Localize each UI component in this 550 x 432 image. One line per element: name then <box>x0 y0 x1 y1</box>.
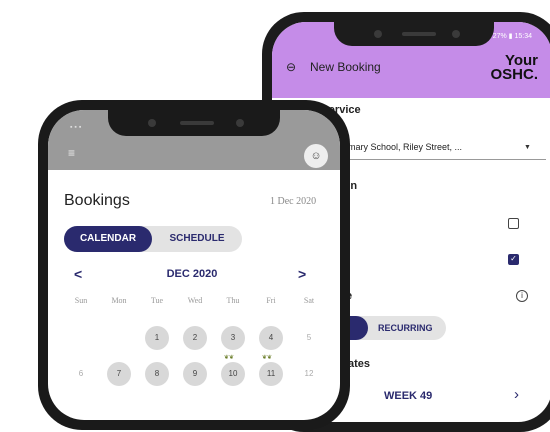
weekday-label: Sat <box>303 296 315 305</box>
speaker-grille <box>180 121 214 125</box>
avatar[interactable]: ☺ <box>304 144 328 168</box>
child-checkbox-1[interactable] <box>508 218 519 229</box>
calendar-cell: 4 <box>254 326 288 350</box>
camera-dot <box>374 30 382 38</box>
calendar-day[interactable]: 3 <box>221 326 245 350</box>
view-tabs: CALENDAR SCHEDULE <box>64 226 242 252</box>
logo-line-2: OSHC. <box>490 66 538 83</box>
weekday-label: Sun <box>74 296 88 305</box>
info-icon[interactable]: i <box>516 290 528 302</box>
calendar-week-row: 6 7 8 9 10 ❦❦ 11 ❦❦ 12 <box>64 355 326 386</box>
phone-notch <box>334 22 494 46</box>
page-title: Bookings <box>64 192 130 209</box>
calendar-cell: 3 <box>216 326 250 350</box>
calendar-day[interactable]: 7 <box>107 362 131 386</box>
weekday-label: Fri <box>266 296 276 305</box>
weekday-label: Mon <box>111 296 127 305</box>
app-logo: Your OSHC. <box>490 53 538 83</box>
chevron-right-icon[interactable]: > <box>298 266 306 282</box>
calendar-day[interactable]: 11 <box>259 362 283 386</box>
phone-notch <box>108 110 280 136</box>
status-bar: ▪ ▪ ▪ <box>70 124 82 131</box>
bookings-phone: ▪ ▪ ▪ ≡ ☺ Bookings 1 Dec 2020 CALENDAR S… <box>38 100 350 430</box>
sensor-dot <box>236 119 244 127</box>
child-checkbox-2[interactable]: ✓ <box>508 254 519 265</box>
recurring-option[interactable]: RECURRING <box>378 323 433 333</box>
page-title: New Booking <box>310 60 381 74</box>
calendar-cell: 9 <box>178 362 212 386</box>
calendar-cell: 2 <box>178 326 212 350</box>
tab-calendar[interactable]: CALENDAR <box>64 226 152 252</box>
calendar-cell <box>102 326 136 350</box>
weekday-header: Sun Mon Tue Wed Thu Fri Sat <box>64 296 326 305</box>
calendar-day[interactable]: 2 <box>183 326 207 350</box>
speaker-grille <box>402 32 436 36</box>
calendar-cell: 5 <box>292 326 326 350</box>
calendar-day[interactable]: 5 <box>297 326 321 350</box>
camera-dot <box>148 119 156 127</box>
calendar-cell: 6 <box>64 362 98 386</box>
month-label: DEC 2020 <box>166 268 218 280</box>
back-arrow-icon[interactable]: ⊖ <box>286 60 302 76</box>
bookings-screen: ▪ ▪ ▪ ≡ ☺ Bookings 1 Dec 2020 CALENDAR S… <box>48 110 340 420</box>
calendar-day[interactable]: 9 <box>183 362 207 386</box>
week-label[interactable]: WEEK 49 <box>384 390 432 402</box>
calendar-cell: 8 <box>140 362 174 386</box>
booking-marker-icon: ❦❦ <box>224 355 235 361</box>
calendar-week-row: 12345 <box>64 326 326 350</box>
booking-marker-icon: ❦❦ <box>262 355 273 361</box>
calendar-day[interactable]: 4 <box>259 326 283 350</box>
weekday-label: Thu <box>226 296 240 305</box>
calendar-cell <box>64 326 98 350</box>
calendar-day[interactable]: 8 <box>145 362 169 386</box>
calendar-cell: 10 ❦❦ <box>216 355 250 386</box>
calendar-cell: 12 <box>292 362 326 386</box>
calendar-day[interactable]: 10 <box>221 362 245 386</box>
sensor-dot <box>452 30 460 38</box>
weekday-label: Tue <box>150 296 164 305</box>
hamburger-menu-icon[interactable]: ≡ <box>68 146 75 160</box>
weekday-label: Wed <box>187 296 203 305</box>
calendar-cell: 1 <box>140 326 174 350</box>
chevron-left-icon[interactable]: < <box>74 266 82 282</box>
calendar-day[interactable]: 6 <box>69 362 93 386</box>
status-battery-time: 27% ▮ 15:34 <box>492 32 532 40</box>
current-date: 1 Dec 2020 <box>270 196 317 207</box>
calendar-day[interactable]: 1 <box>145 326 169 350</box>
calendar-cell: 11 ❦❦ <box>254 355 288 386</box>
tab-schedule[interactable]: SCHEDULE <box>154 226 240 252</box>
calendar-cell: 7 <box>102 362 136 386</box>
chevron-right-icon[interactable]: › <box>514 386 519 403</box>
dates-label: ates <box>348 358 371 370</box>
calendar-day[interactable]: 12 <box>297 362 321 386</box>
dropdown-arrow-icon: ▼ <box>524 144 531 151</box>
